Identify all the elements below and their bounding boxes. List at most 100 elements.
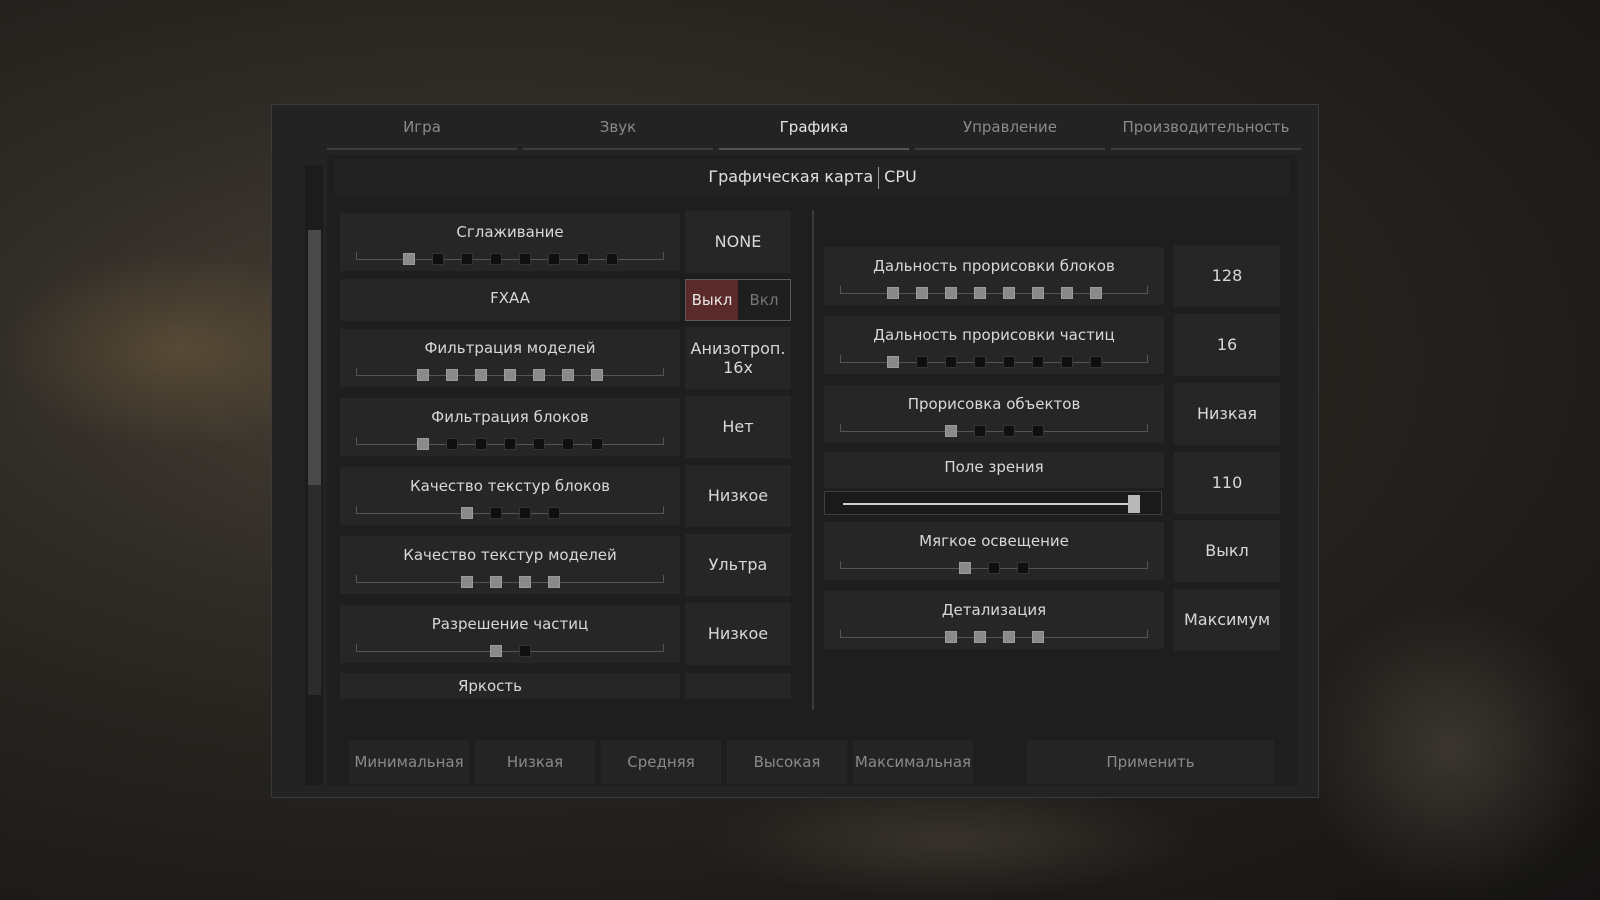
fov-slider[interactable] xyxy=(824,491,1162,515)
setting-fov: Поле зрения xyxy=(824,452,1164,488)
step-marker[interactable] xyxy=(886,287,899,299)
setting-label: Прорисовка объектов xyxy=(907,395,1081,413)
step-marker[interactable] xyxy=(1060,356,1073,368)
step-marker[interactable] xyxy=(944,287,957,299)
setting-detail[interactable]: Детализация xyxy=(824,591,1164,649)
setting-label: Дальность прорисовки частиц xyxy=(873,326,1115,344)
step-marker[interactable] xyxy=(547,507,560,519)
setting-block-textures[interactable]: Качество текстур блоков xyxy=(340,467,680,525)
step-marker[interactable] xyxy=(988,562,1000,574)
step-marker[interactable] xyxy=(417,369,429,381)
step-marker[interactable] xyxy=(973,425,986,437)
subtab-cpu[interactable]: CPU xyxy=(884,167,917,186)
setting-model-textures[interactable]: Качество текстур моделей xyxy=(340,536,680,594)
step-marker[interactable] xyxy=(489,645,502,657)
scrollbar-thumb[interactable] xyxy=(308,230,321,485)
step-marker[interactable] xyxy=(417,438,429,450)
setting-block-filter[interactable]: Фильтрация блоков xyxy=(340,398,680,456)
setting-object-render[interactable]: Прорисовка объектов xyxy=(824,385,1164,443)
step-marker[interactable] xyxy=(915,356,928,368)
step-marker[interactable] xyxy=(605,253,618,265)
apply-button[interactable]: Применить xyxy=(1027,740,1274,784)
step-marker[interactable] xyxy=(1031,287,1044,299)
tab-graphics[interactable]: Графика xyxy=(719,105,909,150)
preset-low-button[interactable]: Низкая xyxy=(475,740,595,784)
fxaa-on-option[interactable]: Вкл xyxy=(738,280,790,320)
tab-game[interactable]: Игра xyxy=(327,105,517,150)
step-marker[interactable] xyxy=(475,438,487,450)
step-marker[interactable] xyxy=(518,253,531,265)
step-marker[interactable] xyxy=(915,287,928,299)
step-marker[interactable] xyxy=(1089,356,1102,368)
preset-max-button[interactable]: Максимальная xyxy=(853,740,973,784)
setting-block-distance[interactable]: Дальность прорисовки блоков xyxy=(824,247,1164,305)
setting-label: Сглаживание xyxy=(456,223,564,241)
setting-particle-distance[interactable]: Дальность прорисовки частиц xyxy=(824,316,1164,374)
tab-controls[interactable]: Управление xyxy=(915,105,1105,150)
step-marker[interactable] xyxy=(1089,287,1102,299)
step-marker[interactable] xyxy=(1031,356,1044,368)
step-marker[interactable] xyxy=(504,369,516,381)
quality-presets: Минимальная Низкая Средняя Высокая Макси… xyxy=(349,740,973,784)
step-marker[interactable] xyxy=(973,287,986,299)
step-marker[interactable] xyxy=(402,253,415,265)
step-marker[interactable] xyxy=(1002,287,1015,299)
step-marker[interactable] xyxy=(431,253,444,265)
step-marker[interactable] xyxy=(973,356,986,368)
step-marker[interactable] xyxy=(489,507,502,519)
fxaa-off-option[interactable]: Выкл xyxy=(686,280,738,320)
setting-particle-resolution[interactable]: Разрешение частиц xyxy=(340,605,680,663)
step-marker[interactable] xyxy=(518,507,531,519)
step-marker[interactable] xyxy=(446,369,458,381)
setting-fxaa: FXAA xyxy=(340,279,680,321)
step-marker[interactable] xyxy=(562,438,574,450)
preset-high-button[interactable]: Высокая xyxy=(727,740,847,784)
setting-antialiasing[interactable]: Сглаживание xyxy=(340,213,680,271)
step-marker[interactable] xyxy=(1002,356,1015,368)
step-marker[interactable] xyxy=(1031,425,1044,437)
step-marker[interactable] xyxy=(973,631,986,643)
step-marker[interactable] xyxy=(460,507,473,519)
step-marker[interactable] xyxy=(518,576,531,588)
step-marker[interactable] xyxy=(489,576,502,588)
fov-slider-thumb[interactable] xyxy=(1128,495,1140,513)
step-marker[interactable] xyxy=(1060,287,1073,299)
step-marker[interactable] xyxy=(1002,631,1015,643)
step-marker[interactable] xyxy=(886,356,899,368)
step-marker[interactable] xyxy=(944,631,957,643)
step-marker[interactable] xyxy=(475,369,487,381)
step-marker[interactable] xyxy=(518,645,531,657)
step-marker[interactable] xyxy=(1002,425,1015,437)
step-marker[interactable] xyxy=(591,369,603,381)
step-marker[interactable] xyxy=(547,576,560,588)
model-textures-value: Ультра xyxy=(685,534,791,596)
step-marker[interactable] xyxy=(547,253,560,265)
step-marker[interactable] xyxy=(504,438,516,450)
tab-sound[interactable]: Звук xyxy=(523,105,713,150)
step-marker[interactable] xyxy=(533,438,545,450)
step-marker[interactable] xyxy=(1017,562,1029,574)
preset-medium-button[interactable]: Средняя xyxy=(601,740,721,784)
fxaa-toggle[interactable]: Выкл Вкл xyxy=(685,279,791,321)
preset-minimal-button[interactable]: Минимальная xyxy=(349,740,469,784)
step-marker[interactable] xyxy=(944,425,957,437)
tab-performance[interactable]: Производительность xyxy=(1111,105,1301,150)
setting-brightness[interactable]: Яркость xyxy=(340,673,680,699)
step-marker[interactable] xyxy=(1031,631,1044,643)
setting-soft-lighting[interactable]: Мягкое освещение xyxy=(824,522,1164,580)
setting-label: Поле зрения xyxy=(944,458,1044,476)
column-divider xyxy=(812,210,814,710)
step-marker[interactable] xyxy=(562,369,574,381)
block-filter-value: Нет xyxy=(685,396,791,458)
step-marker[interactable] xyxy=(460,576,473,588)
step-marker[interactable] xyxy=(446,438,458,450)
step-marker[interactable] xyxy=(944,356,957,368)
step-marker[interactable] xyxy=(591,438,603,450)
subtab-gpu[interactable]: Графическая карта xyxy=(708,167,873,186)
step-marker[interactable] xyxy=(576,253,589,265)
step-marker[interactable] xyxy=(489,253,502,265)
step-marker[interactable] xyxy=(959,562,971,574)
setting-model-filter[interactable]: Фильтрация моделей xyxy=(340,329,680,387)
step-marker[interactable] xyxy=(533,369,545,381)
step-marker[interactable] xyxy=(460,253,473,265)
